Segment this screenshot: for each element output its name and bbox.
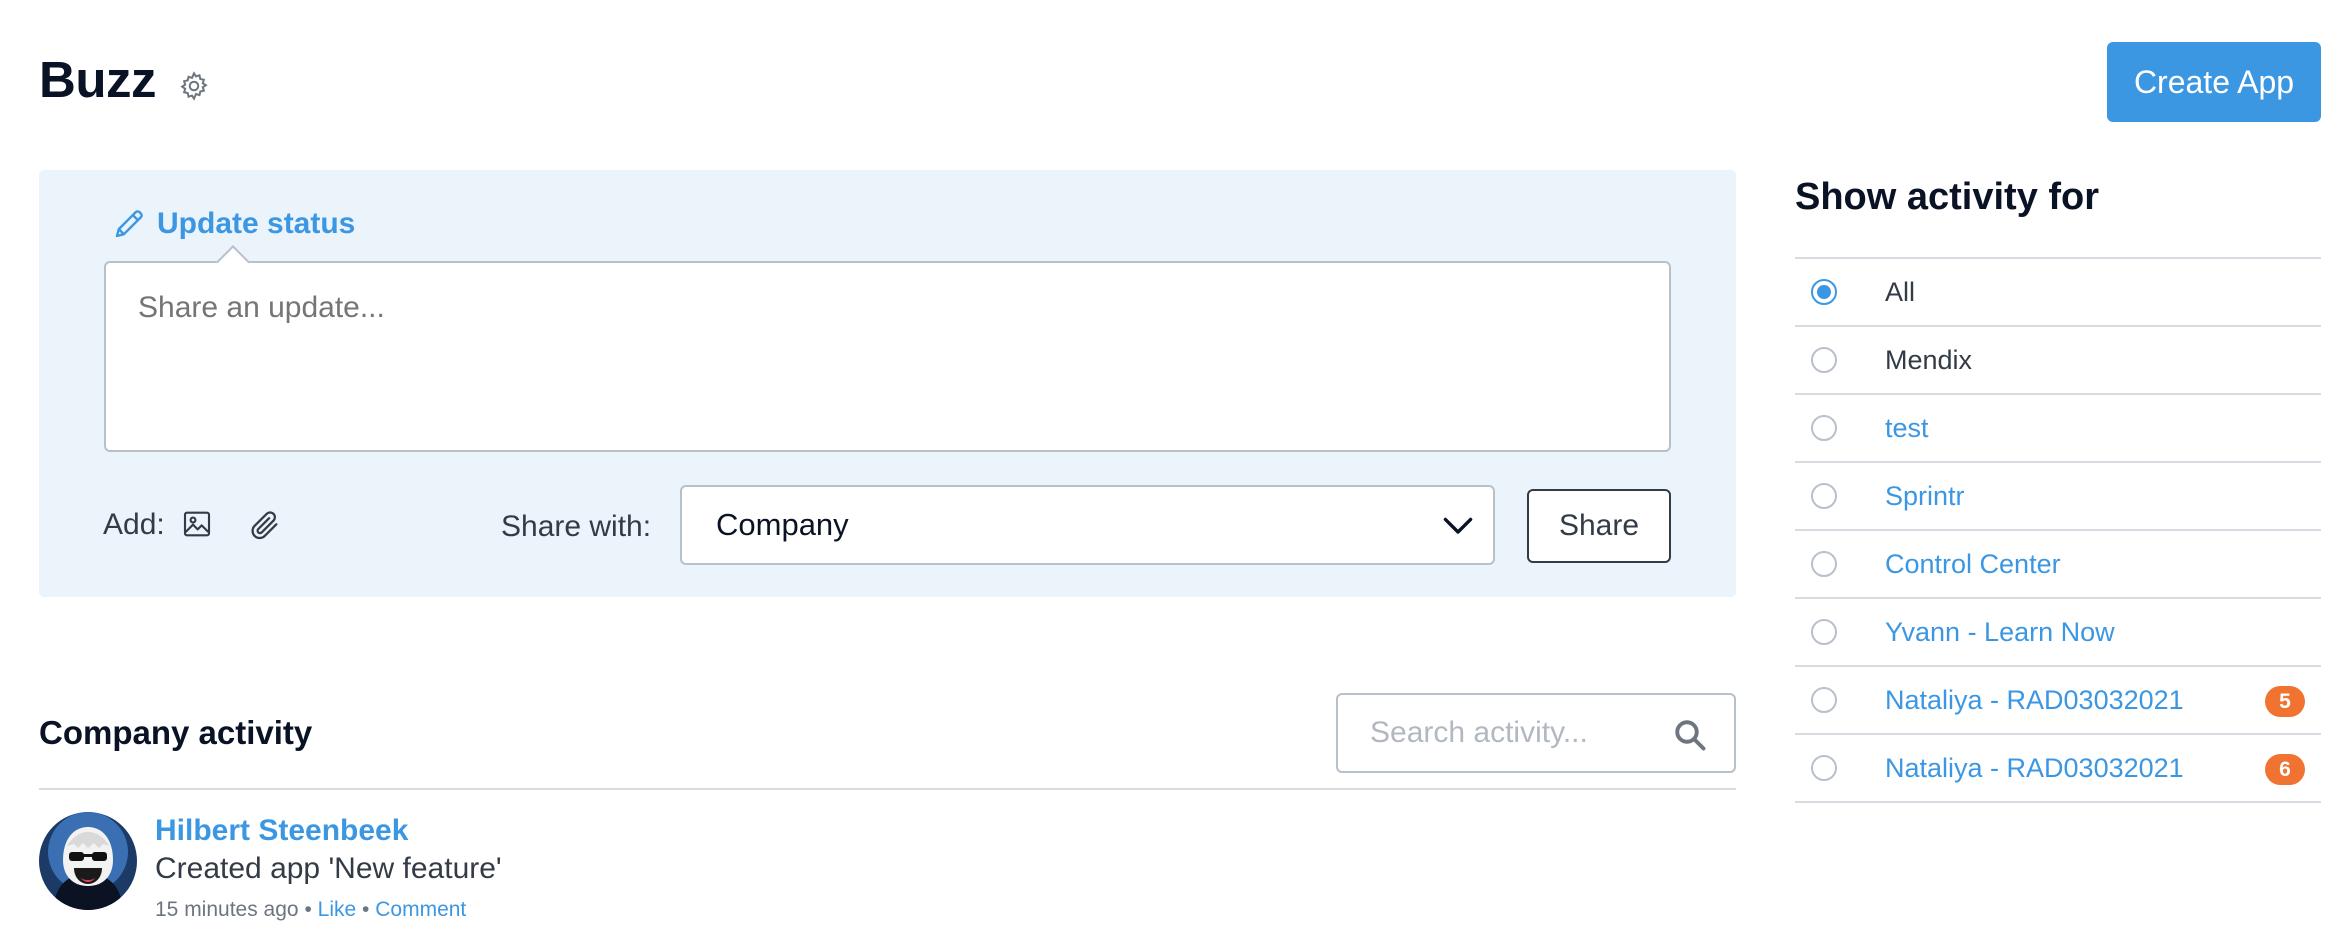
filter-label[interactable]: Yvann - Learn Now: [1885, 617, 2115, 648]
chevron-down-icon: [1443, 517, 1473, 534]
update-status-label: Update status: [157, 207, 356, 240]
filter-label[interactable]: test: [1885, 413, 1929, 444]
feed-text: Created app 'New feature': [155, 852, 502, 885]
share-button[interactable]: Share: [1527, 489, 1671, 563]
activity-title: Company activity: [39, 714, 313, 751]
radio-button[interactable]: [1811, 415, 1837, 441]
like-link[interactable]: Like: [318, 898, 357, 921]
filter-label: All: [1885, 276, 1916, 307]
filter-item-all[interactable]: All: [1795, 259, 2321, 327]
filter-item-mendix[interactable]: Mendix: [1795, 327, 2321, 395]
filter-item-test[interactable]: test: [1795, 395, 2321, 463]
search-placeholder: Search activity...: [1370, 716, 1588, 749]
feed-time: 15 minutes ago: [155, 898, 299, 921]
feed-separator: •: [304, 898, 312, 921]
image-icon[interactable]: [181, 508, 213, 540]
feed-author[interactable]: Hilbert Steenbeek: [155, 814, 408, 848]
filter-label[interactable]: Control Center: [1885, 549, 2061, 580]
notification-badge: 6: [2265, 754, 2305, 785]
page-title: Buzz: [39, 51, 156, 108]
filter-label[interactable]: Sprintr: [1885, 481, 1965, 512]
feed-separator: •: [362, 898, 370, 921]
activity-divider: [39, 788, 1736, 790]
radio-button[interactable]: [1811, 619, 1837, 645]
pencil-icon: [115, 210, 143, 238]
avatar-image: [39, 812, 137, 910]
share-with-label: Share with:: [501, 510, 652, 543]
filter-item-nataliya-2[interactable]: Nataliya - RAD03032021 6: [1795, 735, 2321, 803]
filter-item-yvann-learn-now[interactable]: Yvann - Learn Now: [1795, 599, 2321, 667]
search-icon[interactable]: [1672, 717, 1708, 753]
filter-item-control-center[interactable]: Control Center: [1795, 531, 2321, 599]
filter-label[interactable]: Nataliya - RAD03032021: [1885, 753, 2184, 784]
notification-badge: 5: [2265, 686, 2305, 717]
activity-filter-list: All Mendix test Sprintr Control Center Y…: [1795, 257, 2321, 803]
feed-meta: 15 minutes ago • Like • Comment: [155, 898, 466, 922]
share-with-value: Company: [716, 507, 849, 542]
paperclip-icon[interactable]: [248, 508, 282, 542]
status-textarea[interactable]: [104, 261, 1671, 452]
create-app-button[interactable]: Create App: [2107, 42, 2321, 122]
radio-button[interactable]: [1811, 687, 1837, 713]
search-input[interactable]: Search activity...: [1336, 693, 1736, 773]
filter-item-sprintr[interactable]: Sprintr: [1795, 463, 2321, 531]
sidebar-title: Show activity for: [1795, 176, 2100, 218]
gear-icon[interactable]: [178, 70, 210, 102]
radio-button[interactable]: [1811, 551, 1837, 577]
filter-label[interactable]: Nataliya - RAD03032021: [1885, 685, 2184, 716]
add-label: Add:: [103, 508, 165, 541]
radio-button[interactable]: [1811, 755, 1837, 781]
share-with-select[interactable]: Company: [680, 485, 1495, 565]
avatar[interactable]: [39, 812, 137, 910]
comment-link[interactable]: Comment: [375, 898, 466, 921]
radio-button[interactable]: [1811, 483, 1837, 509]
filter-item-nataliya-1[interactable]: Nataliya - RAD03032021 5: [1795, 667, 2321, 735]
update-status-tab[interactable]: Update status: [111, 206, 355, 242]
radio-button[interactable]: [1811, 347, 1837, 373]
filter-label: Mendix: [1885, 344, 1973, 375]
radio-button[interactable]: [1811, 279, 1837, 305]
